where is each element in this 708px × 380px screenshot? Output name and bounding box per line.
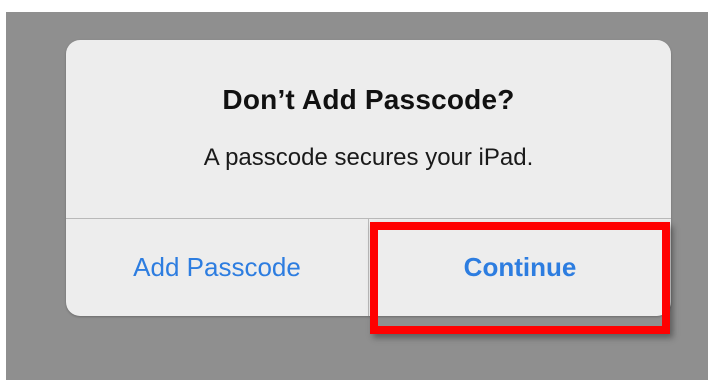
add-passcode-button[interactable]: Add Passcode bbox=[66, 219, 368, 316]
alert-message: A passcode secures your iPad. bbox=[203, 144, 534, 171]
alert-dialog: Don’t Add Passcode? A passcode secures y… bbox=[66, 40, 671, 316]
continue-button[interactable]: Continue bbox=[369, 219, 671, 316]
alert-title: Don’t Add Passcode? bbox=[222, 84, 515, 115]
